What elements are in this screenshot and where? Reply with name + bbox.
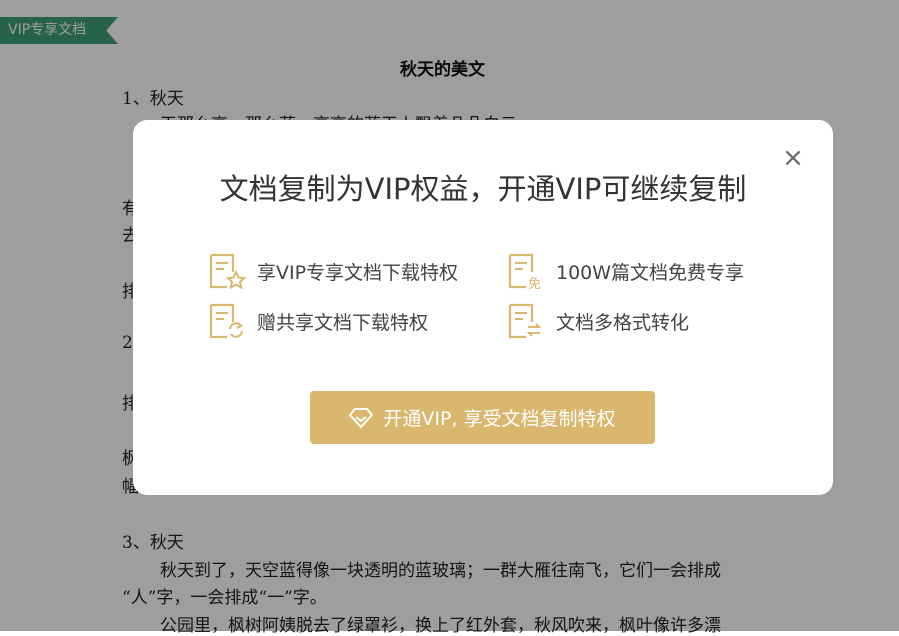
feature-label: 享VIP专享文档下载特权: [257, 261, 459, 284]
vip-copy-modal: × 文档复制为VIP权益，开通VIP可继续复制 享VIP专享文档下载特权 免 1…: [133, 120, 833, 495]
feature-shared-download: 赠共享文档下载特权: [207, 302, 428, 340]
feature-vip-download: 享VIP专享文档下载特权: [207, 252, 458, 290]
svg-text:免: 免: [528, 277, 541, 290]
open-vip-button[interactable]: 开通VIP, 享受文档复制特权: [310, 391, 655, 444]
feature-label: 赠共享文档下载特权: [257, 311, 429, 334]
feature-label: 100W篇文档免费专享: [556, 261, 745, 284]
feature-format-convert: 文档多格式转化: [506, 302, 689, 340]
feature-label: 文档多格式转化: [556, 311, 690, 334]
refresh-doc-icon: [209, 303, 243, 339]
free-doc-icon: 免: [508, 253, 541, 290]
modal-title: 文档复制为VIP权益，开通VIP可继续复制: [219, 172, 747, 206]
convert-doc-icon: [508, 303, 542, 339]
feature-free-docs: 免 100W篇文档免费专享: [506, 252, 744, 290]
open-vip-button-label: 开通VIP, 享受文档复制特权: [383, 408, 616, 430]
star-doc-icon: [209, 253, 247, 290]
diamond-icon: [349, 407, 374, 428]
